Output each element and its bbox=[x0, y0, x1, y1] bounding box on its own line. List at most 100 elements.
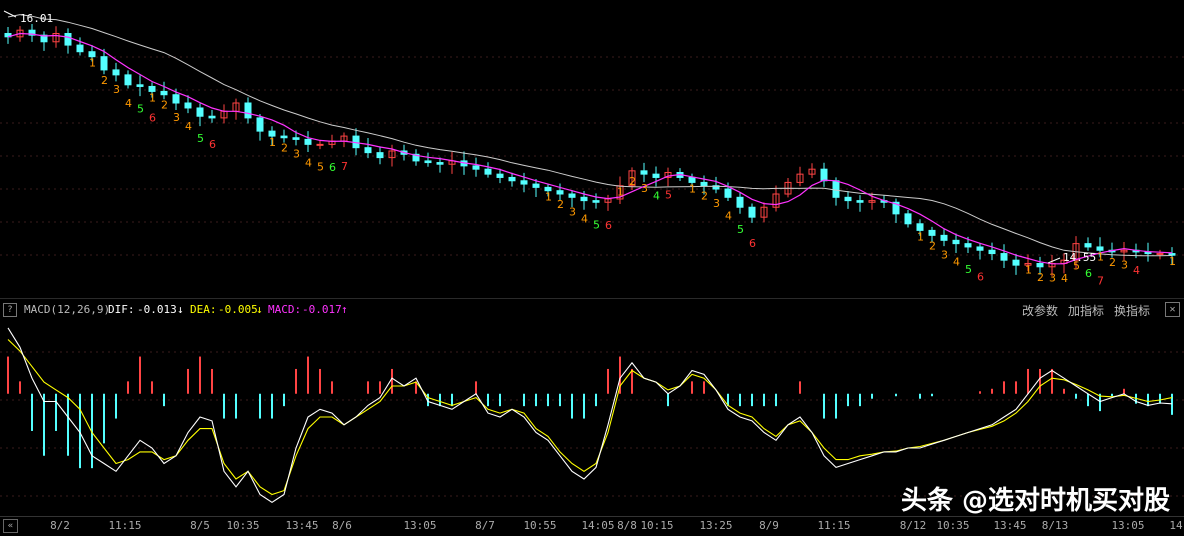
candle-body bbox=[508, 176, 516, 182]
sequence-count: 6 bbox=[329, 161, 336, 174]
sequence-count: 4 bbox=[653, 189, 660, 202]
sequence-count: 3 bbox=[293, 147, 300, 160]
candle-body bbox=[208, 115, 216, 119]
low-marker: 14.55 bbox=[1047, 251, 1096, 264]
sequence-count: 3 bbox=[1121, 258, 1128, 271]
candle-body bbox=[1036, 262, 1044, 268]
sequence-count: 4 bbox=[185, 120, 192, 133]
candle-body bbox=[952, 239, 960, 245]
candle-body bbox=[124, 74, 132, 86]
time-tick: 8/6 bbox=[332, 519, 352, 532]
candle-body bbox=[112, 69, 120, 76]
candle-body bbox=[196, 107, 204, 117]
candle-body bbox=[700, 181, 708, 187]
candle-body bbox=[184, 102, 192, 109]
indicator-name[interactable]: MACD(12,26,9) bbox=[24, 303, 110, 316]
sequence-count: 3 bbox=[713, 197, 720, 210]
candle-body bbox=[472, 165, 480, 170]
low-price-label: 14.55 bbox=[1063, 251, 1096, 264]
sequence-count: 1 bbox=[617, 186, 624, 199]
sequence-count: 4 bbox=[1133, 264, 1140, 277]
candle-body bbox=[928, 229, 936, 236]
time-tick: 8/12 bbox=[899, 519, 927, 532]
sequence-count: 3 bbox=[113, 83, 120, 96]
sequence-count: 6 bbox=[1085, 267, 1092, 280]
close-icon[interactable]: ✕ bbox=[1165, 302, 1180, 317]
time-tick: 14 bbox=[1169, 519, 1183, 532]
candle-body bbox=[976, 246, 984, 251]
candle-body bbox=[304, 138, 312, 145]
candle-body bbox=[1000, 253, 1008, 261]
sequence-count: 4 bbox=[1061, 272, 1068, 285]
sequence-count: 3 bbox=[941, 248, 948, 261]
sequence-count: 4 bbox=[305, 156, 312, 169]
candle-body bbox=[256, 117, 264, 132]
price-grid bbox=[0, 56, 1184, 256]
sequence-count: 4 bbox=[953, 256, 960, 269]
candle-body bbox=[652, 173, 660, 178]
candle-body bbox=[1012, 259, 1020, 266]
candle-body bbox=[640, 170, 648, 175]
sequence-count: 7 bbox=[341, 160, 348, 173]
add-indicator-button[interactable]: 加指标 bbox=[1068, 302, 1104, 319]
time-tick: 10:35 bbox=[226, 519, 260, 532]
candle-body bbox=[556, 190, 564, 195]
sequence-count: 5 bbox=[137, 102, 144, 115]
dea-line bbox=[7, 339, 1173, 496]
candle-body bbox=[172, 94, 180, 104]
candle-body bbox=[592, 200, 600, 203]
macd-grid bbox=[0, 351, 1184, 497]
sequence-count: 2 bbox=[1109, 256, 1116, 269]
candle-body bbox=[1084, 243, 1092, 248]
time-axis: « 8/2 11:15 8/5 10:35 13:45 8/6 13:05 8/7 10:55 1… bbox=[0, 516, 1184, 536]
candle-body bbox=[136, 84, 144, 87]
time-tick: 11:15 bbox=[817, 519, 851, 532]
time-tick: 8/2 bbox=[50, 519, 70, 532]
sequence-count: 2 bbox=[161, 99, 168, 112]
candle-body bbox=[724, 188, 732, 198]
scroll-left-button[interactable]: « bbox=[3, 519, 18, 533]
sequence-count: 1 bbox=[1097, 250, 1104, 263]
sequence-count: 6 bbox=[749, 237, 756, 250]
candle-body bbox=[76, 44, 84, 53]
candle-body bbox=[964, 243, 972, 248]
candle-body bbox=[280, 135, 288, 139]
candle-body bbox=[736, 196, 744, 208]
macd-value: -0.017 bbox=[302, 303, 342, 316]
sequence-count: 3 bbox=[641, 182, 648, 195]
time-tick: 13:05 bbox=[403, 519, 437, 532]
dea-label: DEA: bbox=[190, 303, 217, 316]
candle-body bbox=[316, 143, 324, 146]
help-button[interactable]: ? bbox=[3, 303, 17, 317]
time-tick: 10:15 bbox=[640, 519, 674, 532]
dif-line bbox=[7, 327, 1173, 503]
time-tick: 13:45 bbox=[285, 519, 319, 532]
sequence-count: 7 bbox=[1097, 274, 1104, 287]
dea-value: -0.005 bbox=[218, 303, 258, 316]
dif-label: DIF: bbox=[108, 303, 135, 316]
sequence-count: 4 bbox=[125, 97, 132, 110]
time-tick: 8/7 bbox=[475, 519, 495, 532]
macd-histogram bbox=[7, 356, 1173, 469]
switch-indicator-button[interactable]: 换指标 bbox=[1114, 302, 1150, 319]
sequence-count: 5 bbox=[197, 132, 204, 145]
dif-arrow-icon: ↓ bbox=[177, 303, 184, 316]
time-tick: 13:25 bbox=[699, 519, 733, 532]
ma-fast-line bbox=[7, 32, 1173, 265]
sequence-count: 5 bbox=[593, 218, 600, 231]
candle-body bbox=[940, 234, 948, 241]
dif-value: -0.013 bbox=[137, 303, 177, 316]
time-tick: 13:05 bbox=[1111, 519, 1145, 532]
sequence-count: 5 bbox=[317, 160, 324, 173]
change-params-button[interactable]: 改参数 bbox=[1022, 302, 1058, 319]
sequence-count: 1 bbox=[545, 191, 552, 204]
candle-body bbox=[988, 249, 996, 255]
sequence-count: 1 bbox=[689, 182, 696, 195]
candle-body bbox=[904, 213, 912, 225]
candle-body bbox=[364, 147, 372, 154]
time-tick: 8/8 bbox=[617, 519, 637, 532]
sequence-count: 3 bbox=[173, 111, 180, 124]
sequence-count: 6 bbox=[209, 138, 216, 151]
candle-body bbox=[844, 196, 852, 202]
sequence-count: 1 bbox=[917, 230, 924, 243]
